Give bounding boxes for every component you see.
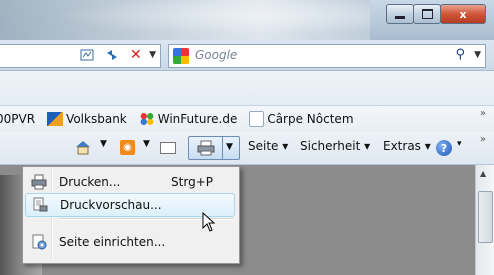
window-controls: x [386, 4, 486, 24]
favorites-overflow-chevron[interactable]: » [480, 108, 486, 119]
favorite-label: 00PVR [0, 112, 36, 126]
menu-item-print[interactable]: Drucken... Strg+P [25, 171, 235, 193]
page-menu-button[interactable]: Seite ▾ [248, 139, 288, 153]
magnifier-icon[interactable]: ⚲ [455, 47, 465, 62]
extras-menu-label: Extras [383, 139, 421, 153]
compatibility-view-icon[interactable] [80, 49, 94, 61]
mouse-pointer-icon [202, 211, 216, 235]
printer-icon [31, 174, 47, 190]
home-dropdown-icon[interactable]: ▼ [100, 139, 107, 149]
page-menu-label: Seite [248, 139, 279, 153]
print-preview-icon [32, 197, 48, 213]
command-bar-overflow-chevron[interactable]: » [480, 134, 486, 145]
address-dropdown-icon[interactable]: ▼ [149, 50, 156, 60]
vertical-scrollbar[interactable]: ▲ [475, 165, 494, 275]
menu-item-label: Druckvorschau... [60, 198, 162, 212]
print-button-divider [222, 137, 223, 159]
help-dropdown-icon[interactable]: ▾ [457, 139, 462, 149]
minimize-icon [395, 15, 405, 19]
favorite-item-winfuture[interactable]: WinFuture.de [138, 112, 238, 126]
rss-icon[interactable]: ◉ [120, 140, 135, 155]
mail-icon[interactable] [160, 142, 176, 154]
menu-item-label: Seite einrichten... [59, 235, 166, 249]
scrollbar-thumb[interactable] [478, 191, 493, 243]
favorite-label: Cârpe Nôctem [267, 112, 354, 126]
refresh-icon[interactable] [104, 48, 120, 62]
search-dropdown-icon[interactable]: ▼ [474, 50, 481, 60]
close-button[interactable]: x [440, 4, 486, 24]
toolbar-spacer [0, 71, 494, 106]
stop-icon[interactable]: ✕ [130, 47, 142, 63]
close-icon: x [459, 7, 467, 21]
favorites-bar: 00PVR Volksbank WinFuture.de Cârpe Nôcte… [0, 106, 494, 132]
help-icon[interactable]: ? [436, 140, 452, 156]
search-placeholder: Google [195, 48, 238, 62]
window-title-bar: x [0, 0, 494, 40]
ie-page-icon [249, 111, 265, 127]
command-bar: ▼ ◉ ▼ ▼ Seite ▾ Sicherheit ▾ Extras ▾ ? … [0, 132, 494, 165]
favorite-item-carpe-noctem[interactable]: Cârpe Nôctem [249, 111, 354, 127]
winfuture-icon [138, 112, 155, 126]
maximize-icon [421, 9, 433, 19]
title-bar-background [0, 0, 370, 40]
google-icon [173, 48, 189, 64]
home-icon[interactable] [74, 139, 92, 155]
favorite-label: WinFuture.de [157, 112, 238, 126]
print-button[interactable]: ▼ [188, 136, 240, 160]
menu-item-shortcut: Strg+P [171, 175, 213, 189]
favorite-label: Volksbank [66, 112, 127, 126]
favorite-item-volksbank[interactable]: Volksbank [47, 112, 127, 126]
page-setup-icon [31, 234, 47, 250]
maximize-button[interactable] [413, 4, 441, 24]
print-dropdown-icon[interactable]: ▼ [226, 142, 233, 152]
feeds-dropdown-icon[interactable]: ▼ [143, 139, 150, 149]
menu-item-label: Drucken... [59, 175, 121, 189]
printer-icon [197, 140, 215, 156]
volksbank-icon [47, 112, 64, 126]
favorite-item-pvr[interactable]: 00PVR [0, 112, 35, 126]
safety-menu-button[interactable]: Sicherheit ▾ [300, 139, 370, 153]
safety-menu-label: Sicherheit [300, 139, 361, 153]
search-box[interactable]: Google ⚲ ▼ [168, 44, 486, 68]
scroll-up-arrow-icon[interactable]: ▲ [480, 169, 486, 178]
extras-menu-button[interactable]: Extras ▾ [383, 139, 431, 153]
address-toolbar: ▼ ✕ Google ⚲ ▼ [0, 40, 494, 71]
minimize-button[interactable] [386, 4, 414, 24]
